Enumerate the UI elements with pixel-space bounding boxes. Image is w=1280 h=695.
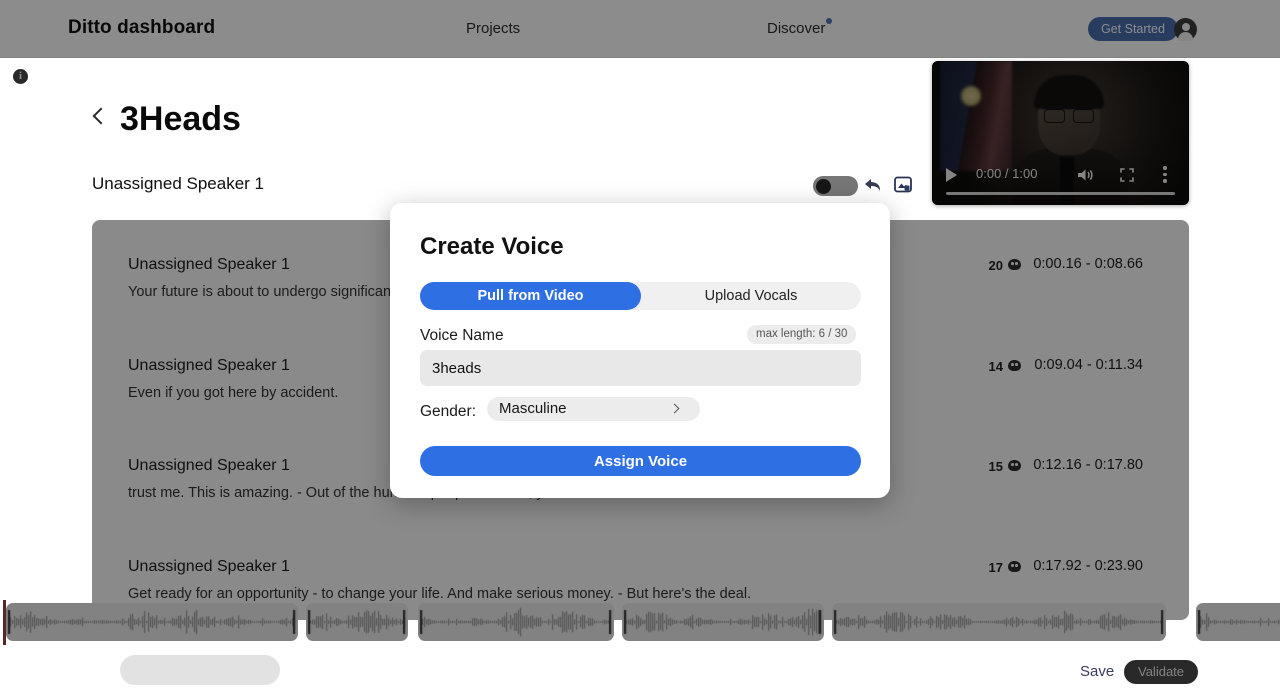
voice-name-input[interactable] (420, 350, 861, 386)
tab-pull-from-video[interactable]: Pull from Video (420, 282, 641, 310)
create-voice-modal: Create Voice Pull from Video Upload Voca… (390, 203, 890, 498)
tab-upload-vocals[interactable]: Upload Vocals (641, 282, 861, 310)
modal-title: Create Voice (420, 233, 564, 260)
gender-label: Gender: (420, 403, 477, 420)
max-length-badge: max length: 6 / 30 (747, 325, 857, 344)
voice-name-label: Voice Name (420, 327, 504, 344)
assign-voice-button[interactable]: Assign Voice (420, 446, 861, 476)
chevron-right-icon (669, 403, 680, 414)
gender-select[interactable]: Masculine (487, 397, 700, 421)
app-root: Ditto dashboard Projects Discover Get St… (0, 0, 1280, 695)
gender-value: Masculine (499, 400, 567, 417)
voice-source-tabs: Pull from Video Upload Vocals (420, 282, 861, 310)
modal-overlay[interactable]: Create Voice Pull from Video Upload Voca… (0, 0, 1280, 695)
